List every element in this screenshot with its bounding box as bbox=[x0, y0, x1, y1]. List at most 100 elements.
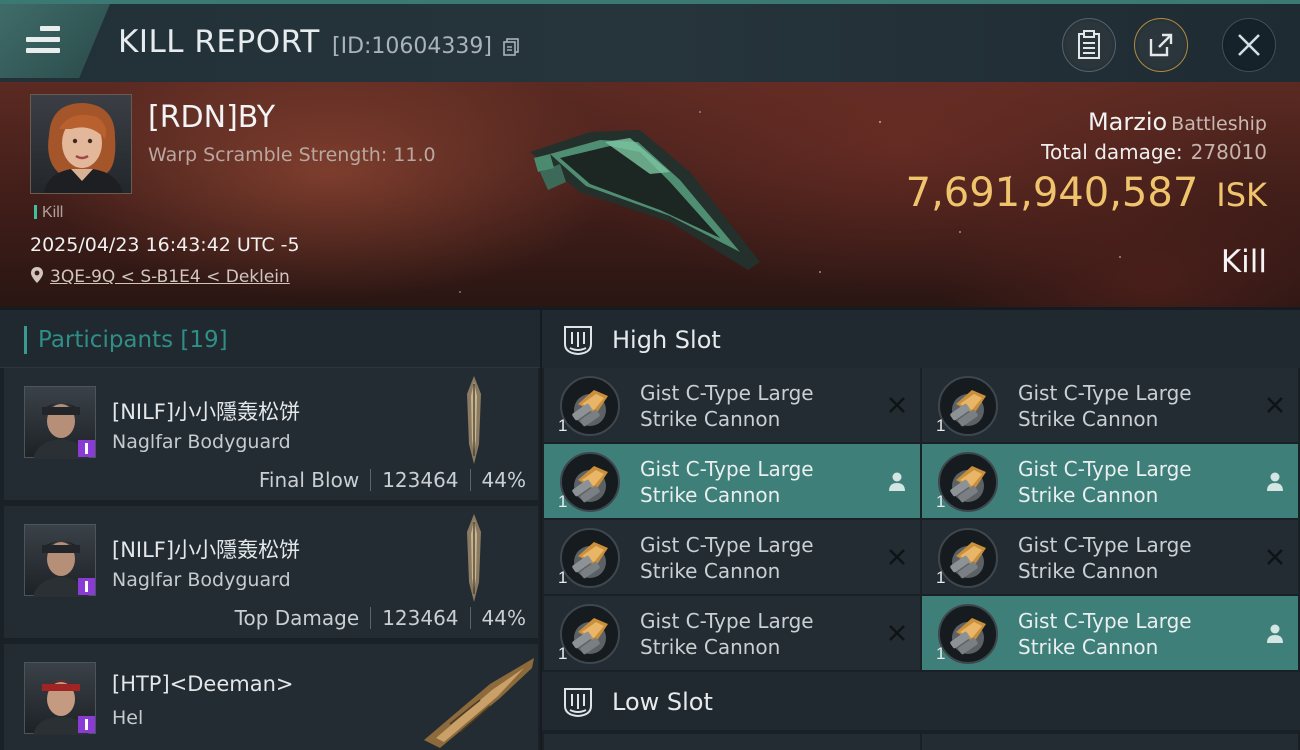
kill-timestamp: 2025/04/23 16:43:42 UTC -5 bbox=[30, 234, 300, 256]
module-name-line1: Gist C-Type Large bbox=[640, 381, 814, 405]
participant-name[interactable]: [NILF]小小隱轰松饼 bbox=[112, 534, 300, 564]
high-slot-header: High Slot bbox=[542, 310, 1300, 368]
module-tile[interactable]: 1 Gist C-Type Large Strike Cannon bbox=[544, 596, 920, 670]
destroyed-x-icon bbox=[889, 397, 905, 413]
status-tag: Kill bbox=[34, 204, 63, 222]
high-slot-label: High Slot bbox=[612, 326, 721, 354]
module-tile[interactable]: 1 Gist C-Type Large Strike Cannon bbox=[544, 444, 920, 518]
dropped-person-icon bbox=[889, 472, 905, 491]
total-damage-label: Total damage: bbox=[1041, 140, 1183, 164]
avatar bbox=[24, 386, 96, 459]
share-icon bbox=[1149, 33, 1173, 57]
clipboard-icon bbox=[1078, 30, 1100, 59]
menu-button[interactable] bbox=[0, 4, 110, 78]
module-name-line2: Strike Cannon bbox=[1018, 559, 1159, 583]
cannon-module-icon bbox=[938, 604, 998, 664]
module-name: Gist C-Type Large Strike Cannon bbox=[1018, 608, 1192, 660]
destroyed-x-icon bbox=[1267, 549, 1283, 565]
close-icon bbox=[1238, 34, 1260, 56]
participants-header: Participants [19] bbox=[0, 310, 540, 368]
cannon-module-icon bbox=[560, 376, 620, 436]
participant-damage: 123464 bbox=[382, 606, 459, 630]
module-tile[interactable]: 1 Gist C-Type Large Strike Cannon bbox=[922, 444, 1298, 518]
result-label: Kill bbox=[1220, 244, 1267, 280]
participant-name[interactable]: [HTP]<Deeman> bbox=[112, 672, 294, 696]
module-tile[interactable]: 1 Gist C-Type Large Strike Cannon bbox=[544, 368, 920, 442]
participants-title: Participants [19] bbox=[38, 327, 228, 353]
participant-row[interactable]: [HTP]<Deeman> Hel bbox=[4, 644, 538, 750]
victim-portrait[interactable] bbox=[30, 94, 132, 194]
low-slot-header: Low Slot bbox=[542, 672, 1300, 730]
participant-stats: Top Damage 123464 44% bbox=[235, 606, 526, 630]
module-quantity: 1 bbox=[558, 416, 568, 435]
participant-ship: Hel bbox=[112, 707, 144, 729]
module-tile[interactable]: 1 Gist C-Type Large Strike Cannon bbox=[922, 520, 1298, 594]
victim-ship[interactable]: Marzio Battleship bbox=[1088, 108, 1267, 136]
avatar bbox=[24, 524, 96, 597]
isk-amount: 7,691,940,587 bbox=[905, 170, 1199, 216]
share-button[interactable] bbox=[1134, 18, 1188, 72]
cannon-module-icon bbox=[560, 604, 620, 664]
clipboard-button[interactable] bbox=[1062, 18, 1116, 72]
participants-label: Participants bbox=[38, 327, 174, 353]
dropped-person-icon bbox=[1267, 624, 1283, 643]
module-quantity: 1 bbox=[558, 568, 568, 587]
cannon-module-icon bbox=[560, 528, 620, 588]
corp-role-badge bbox=[78, 440, 95, 457]
location-pin-icon bbox=[31, 267, 43, 283]
slot-icon bbox=[564, 688, 592, 718]
module-name-line1: Gist C-Type Large bbox=[640, 457, 814, 481]
copy-icon[interactable] bbox=[503, 38, 519, 56]
module-row-partial[interactable] bbox=[544, 734, 920, 750]
module-quantity: 1 bbox=[936, 568, 946, 587]
location-link[interactable]: 3QE-9Q < S-B1E4 < Deklein bbox=[30, 266, 290, 287]
page-title: KILL REPORT bbox=[118, 24, 320, 60]
location-text[interactable]: 3QE-9Q < S-B1E4 < Deklein bbox=[50, 267, 290, 287]
module-tile[interactable]: 1 Gist C-Type Large Strike Cannon bbox=[922, 368, 1298, 442]
victim-ship-image bbox=[530, 130, 760, 270]
module-quantity: 1 bbox=[936, 416, 946, 435]
dropped-person-icon bbox=[1267, 472, 1283, 491]
participant-ship-image bbox=[467, 376, 481, 464]
module-tile[interactable]: 1 Gist C-Type Large Strike Cannon bbox=[544, 520, 920, 594]
participant-ship: Naglfar Bodyguard bbox=[112, 569, 291, 591]
warp-scramble-strength: Warp Scramble Strength: 11.0 bbox=[148, 144, 436, 166]
module-name: Gist C-Type Large Strike Cannon bbox=[1018, 532, 1192, 584]
participant-ship-image bbox=[424, 658, 534, 748]
module-name-line2: Strike Cannon bbox=[640, 407, 781, 431]
module-name-line2: Strike Cannon bbox=[640, 559, 781, 583]
participant-role: Top Damage bbox=[234, 606, 360, 630]
module-quantity: 1 bbox=[558, 492, 568, 511]
ship-class: Battleship bbox=[1171, 113, 1267, 135]
fitting-panel: High Slot 1 Gist C-Type Large Strike Canno… bbox=[542, 310, 1300, 750]
participant-damage-percent: 44% bbox=[481, 468, 526, 492]
module-name-line2: Strike Cannon bbox=[640, 483, 781, 507]
participant-ship-image bbox=[467, 514, 481, 602]
participant-role: Final Blow bbox=[258, 468, 360, 492]
module-quantity: 1 bbox=[936, 492, 946, 511]
module-name: Gist C-Type Large Strike Cannon bbox=[640, 608, 814, 660]
module-name-line2: Strike Cannon bbox=[1018, 483, 1159, 507]
module-name-line1: Gist C-Type Large bbox=[640, 609, 814, 633]
corp-role-badge bbox=[78, 716, 95, 733]
victim-name[interactable]: [RDN]BY bbox=[148, 100, 275, 135]
cannon-module-icon bbox=[938, 528, 998, 588]
isk-unit: ISK bbox=[1216, 176, 1267, 214]
kill-id: [ID:10604339] bbox=[332, 34, 492, 59]
module-name: Gist C-Type Large Strike Cannon bbox=[640, 532, 814, 584]
participants-panel: Participants [19] [NILF]小小隱轰松饼 Naglfar B… bbox=[0, 310, 540, 750]
participants-count: [19] bbox=[180, 327, 228, 353]
participant-ship: Naglfar Bodyguard bbox=[112, 431, 291, 453]
close-button[interactable] bbox=[1222, 18, 1276, 72]
total-damage-value: 278010 bbox=[1190, 140, 1267, 164]
destroyed-x-icon bbox=[889, 625, 905, 641]
ship-name: Marzio bbox=[1087, 108, 1168, 136]
module-tile[interactable]: 1 Gist C-Type Large Strike Cannon bbox=[922, 596, 1298, 670]
cannon-module-icon bbox=[560, 452, 620, 512]
participant-row[interactable]: [NILF]小小隱轰松饼 Naglfar Bodyguard Top Damag… bbox=[4, 506, 538, 640]
module-name-line2: Strike Cannon bbox=[1018, 407, 1159, 431]
module-quantity: 1 bbox=[558, 644, 568, 663]
participant-row[interactable]: [NILF]小小隱轰松饼 Naglfar Bodyguard Final Blo… bbox=[4, 368, 538, 502]
participant-name[interactable]: [NILF]小小隱轰松饼 bbox=[112, 396, 300, 426]
module-row-partial[interactable] bbox=[922, 734, 1298, 750]
